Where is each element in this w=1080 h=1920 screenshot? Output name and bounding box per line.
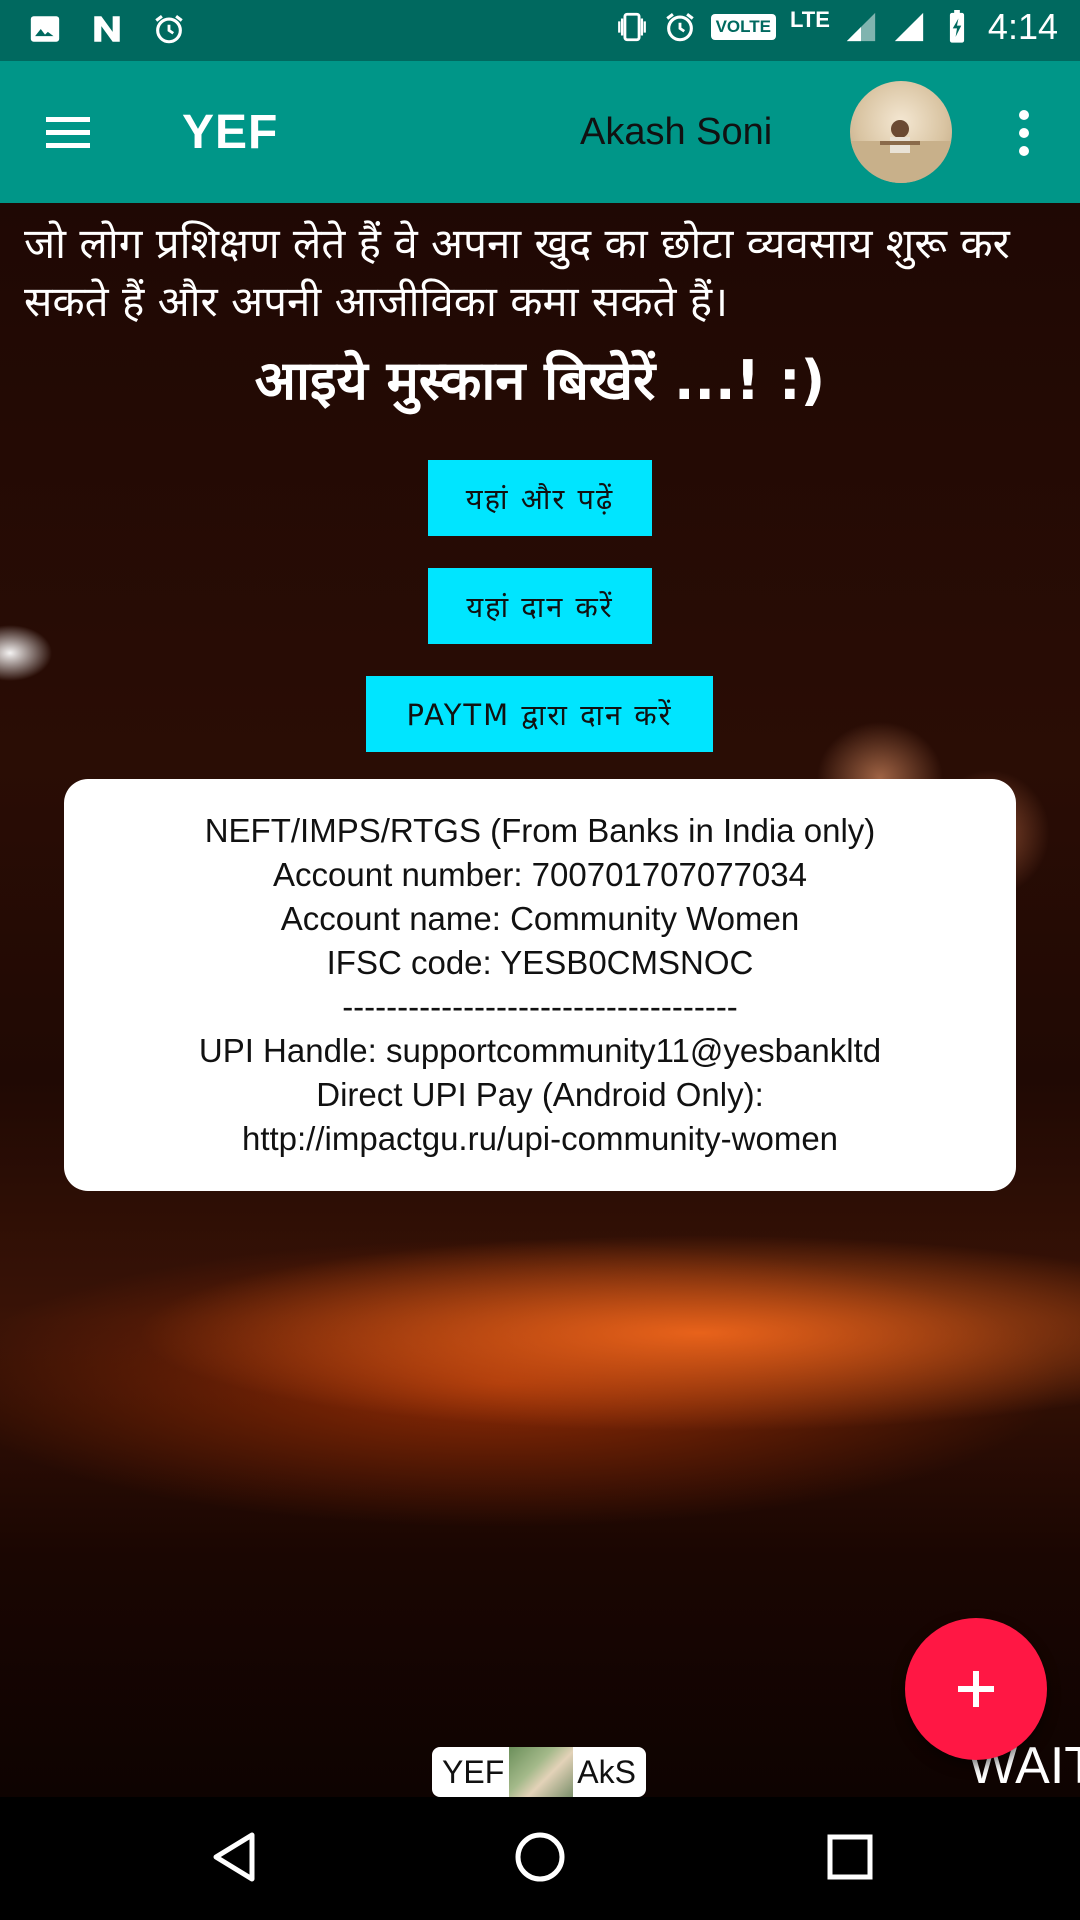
back-icon[interactable]	[204, 1827, 264, 1887]
user-name[interactable]: Akash Soni	[580, 111, 772, 154]
paytm-donate-button[interactable]: PAYTM द्वारा दान करें	[366, 676, 713, 752]
app-toolbar: YEF Akash Soni	[0, 61, 1080, 203]
account-number: Account number: 700701707077034	[273, 856, 807, 893]
bank-transfer-methods: NEFT/IMPS/RTGS (From Banks in India only…	[204, 812, 876, 849]
volte-badge: VOLTE	[710, 14, 776, 40]
clock: 4:14	[987, 6, 1058, 47]
recents-icon[interactable]	[820, 1827, 880, 1887]
signal-icon	[846, 12, 876, 42]
plus-icon	[958, 1671, 994, 1707]
add-fab-button[interactable]	[905, 1618, 1047, 1760]
upi-link[interactable]: http://impactgu.ru/upi-community-women	[64, 1117, 1016, 1161]
network-type: LTE	[790, 7, 830, 32]
direct-upi-label: Direct UPI Pay (Android Only):	[316, 1076, 764, 1113]
status-bar: VOLTE LTE 4:14	[0, 0, 1080, 61]
footer-badge: YEF AkS	[432, 1747, 646, 1797]
battery-charging-icon	[949, 10, 965, 43]
alarm-icon	[155, 15, 183, 44]
hero-text: जो लोग प्रशिक्षण लेते हैं वे अपना खुद का…	[24, 219, 1010, 326]
donate-button[interactable]: यहां दान करें	[428, 568, 652, 644]
more-vertical-icon[interactable]	[1010, 103, 1038, 163]
hero-slogan: आइये मुस्कान बिखेरें ...! :)	[254, 349, 826, 412]
read-more-button[interactable]: यहां और पढ़ें	[428, 460, 652, 536]
footer-photo	[508, 1747, 573, 1797]
main-content: जो लोग प्रशिक्षण लेते हैं वे अपना खुद का…	[0, 203, 1080, 1797]
account-name: Account name: Community Women	[280, 900, 800, 937]
vibrate-icon	[617, 12, 646, 42]
alarm-icon	[665, 13, 694, 42]
home-icon[interactable]	[510, 1827, 570, 1887]
n-notification-icon	[94, 16, 120, 42]
avatar[interactable]	[850, 81, 952, 183]
bank-info-card: NEFT/IMPS/RTGS (From Banks in India only…	[64, 779, 1016, 1191]
system-nav-bar	[0, 1797, 1080, 1920]
ifsc-code: IFSC code: YESB0CMSNOC	[326, 944, 754, 981]
app-title: YEF	[182, 106, 279, 159]
image-icon	[30, 16, 60, 42]
hamburger-menu-icon[interactable]	[40, 107, 96, 157]
signal-icon	[894, 12, 924, 42]
divider: ------------------------------------	[342, 988, 738, 1025]
avatar-photo	[850, 120, 952, 183]
footer-yef-label: YEF	[442, 1753, 505, 1790]
upi-handle: UPI Handle: supportcommunity11@yesbanklt…	[198, 1032, 882, 1069]
footer-aks-label: AkS	[577, 1753, 636, 1790]
